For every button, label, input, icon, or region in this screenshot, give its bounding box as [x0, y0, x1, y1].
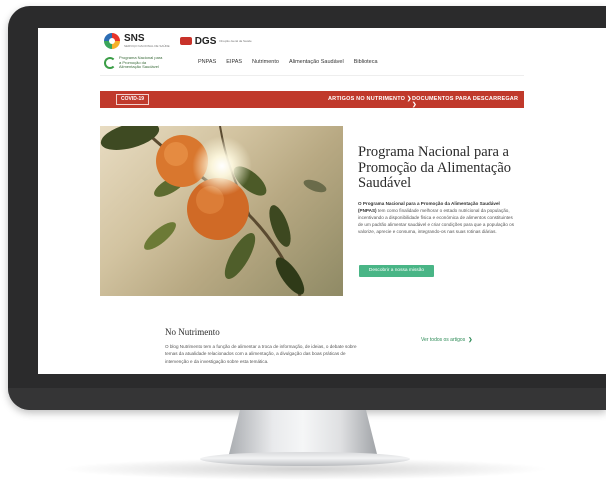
dgs-logo-subtitle: Direção-Geral da Saúde [219, 39, 252, 43]
sns-logo-icon [104, 33, 120, 49]
browser-screen: SNS SERVIÇO NACIONAL DE SAÚDE DGS Direçã… [38, 28, 606, 374]
all-articles-link[interactable]: Ver todos os artigos ❯ [421, 337, 472, 343]
artigos-link[interactable]: ARTIGOS NO NUTRIMENTO ❯ [328, 96, 412, 102]
program-logo[interactable]: Programa Nacional para a Promoção da Ali… [104, 55, 165, 70]
partner-logos: SNS SERVIÇO NACIONAL DE SAÚDE DGS Direçã… [104, 33, 252, 49]
header-divider [100, 75, 524, 76]
sns-logo[interactable]: SNS SERVIÇO NACIONAL DE SAÚDE [104, 33, 170, 49]
nav-item-eipas[interactable]: EIPAS [226, 59, 242, 65]
chevron-right-icon: ❯ [412, 102, 417, 108]
nav-item-biblioteca[interactable]: Biblioteca [354, 59, 378, 65]
documentos-link[interactable]: DOCUMENTOS PARA DESCARREGAR ❯ [412, 96, 524, 108]
hero-description-text: tem como finalidade melhorar o estado nu… [358, 208, 515, 235]
chevron-right-icon: ❯ [468, 337, 473, 343]
documentos-link-label: DOCUMENTOS PARA DESCARREGAR [412, 96, 519, 102]
sunlight-glow [192, 136, 252, 196]
sns-logo-subtitle: SERVIÇO NACIONAL DE SAÚDE [124, 44, 170, 48]
monitor-stand-neck [228, 410, 378, 458]
dgs-logo[interactable]: DGS Direção-Geral da Saúde [179, 35, 252, 47]
leaf-logo-icon [104, 56, 116, 69]
mission-button[interactable]: Descobrir a nossa missão [359, 265, 434, 277]
monitor-stand-base [200, 452, 410, 466]
covid-bar: COVID-19 ARTIGOS NO NUTRIMENTO ❯ DOCUMEN… [100, 91, 524, 108]
monitor-chin [8, 388, 606, 410]
main-nav: PNPAS EIPAS Nutrimento Alimentação Saudá… [198, 59, 378, 65]
artigos-link-label: ARTIGOS NO NUTRIMENTO [328, 96, 406, 102]
all-articles-link-label: Ver todos os artigos [421, 337, 466, 343]
nutrimento-section-title: No Nutrimento [165, 327, 220, 337]
dgs-logo-icon [179, 37, 192, 45]
sns-logo-title: SNS [124, 33, 145, 44]
covid-badge[interactable]: COVID-19 [116, 94, 150, 105]
orange-tree-photo [100, 126, 343, 296]
nav-item-alimentacao-saudavel[interactable]: Alimentação Saudável [289, 59, 344, 65]
nutrimento-section-text: O blog Nutrimento tem a função de alimen… [165, 344, 357, 364]
nav-item-pnpas[interactable]: PNPAS [198, 59, 216, 65]
program-logo-text: Programa Nacional para a Promoção da Ali… [119, 55, 163, 70]
dgs-logo-title: DGS [194, 35, 217, 47]
chevron-right-icon: ❯ [406, 96, 412, 102]
hero-description: O Programa Nacional para a Promoção da A… [358, 200, 518, 236]
nav-item-nutrimento[interactable]: Nutrimento [252, 59, 279, 65]
hero-title: Programa Nacional para a Promoção da Ali… [358, 144, 512, 192]
